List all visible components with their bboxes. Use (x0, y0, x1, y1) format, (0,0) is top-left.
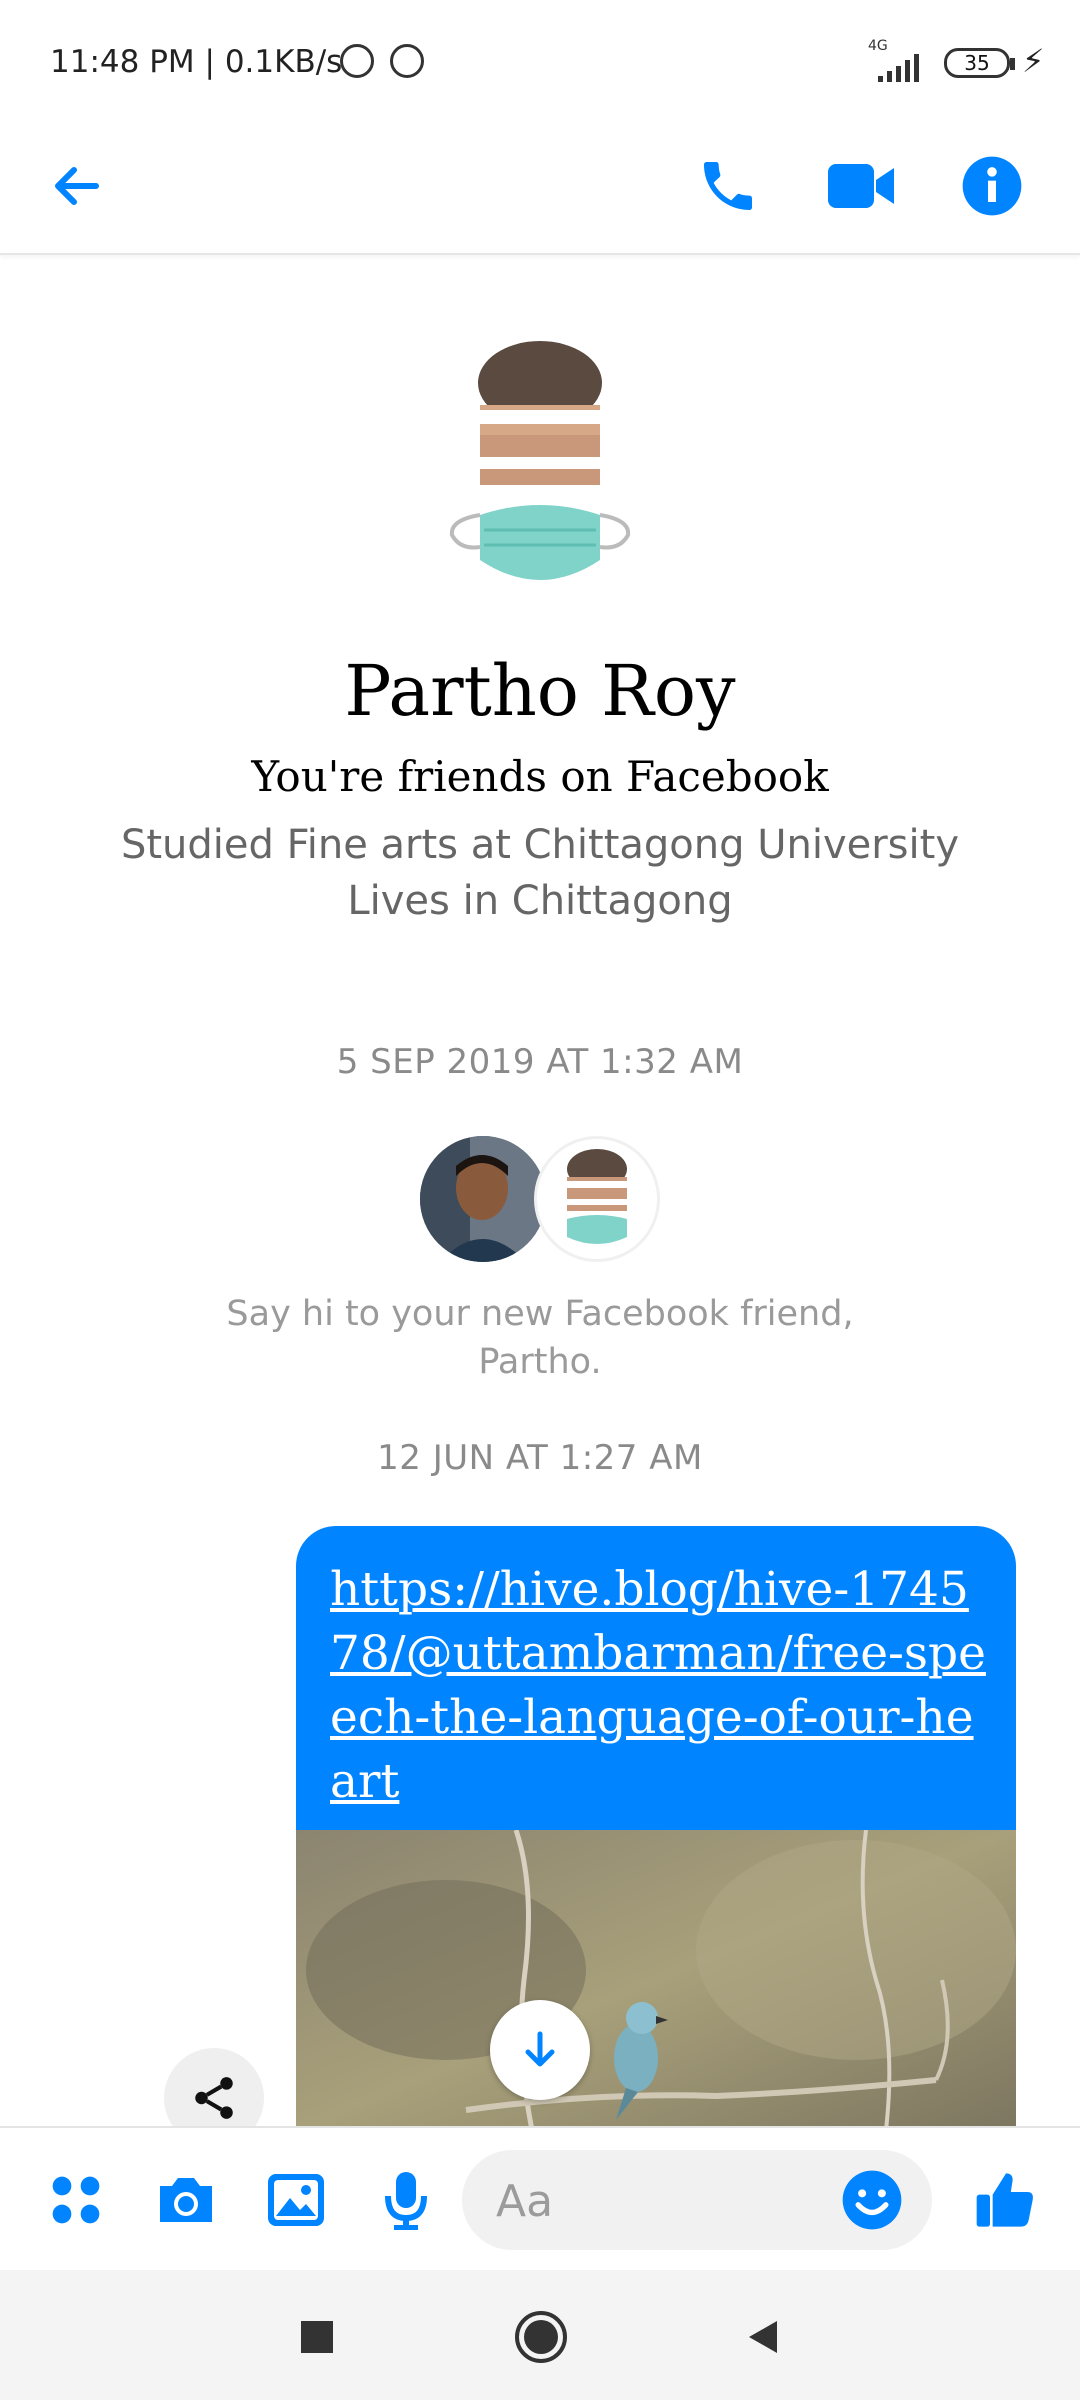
battery-tip (1010, 58, 1015, 70)
status-time: 11:48 PM | 0.1KB/s (50, 44, 343, 80)
home-circle-icon (515, 2311, 567, 2363)
profile-location: Lives in Chittagong (347, 878, 733, 924)
like-button[interactable] (968, 2162, 1044, 2238)
apps-icon (52, 2176, 100, 2224)
back-triangle-icon (749, 2321, 777, 2353)
info-icon (962, 156, 1022, 216)
message-input[interactable] (494, 2172, 798, 2230)
message-bubble[interactable]: https://hive.blog/hive-174578/@uttambarm… (296, 1526, 1016, 2126)
message-link-preview-image[interactable] (296, 1829, 1016, 2126)
phone-icon (704, 162, 752, 210)
timestamp: 5 SEP 2019 AT 1:32 AM (336, 1042, 744, 1082)
message-input-box (462, 2150, 932, 2250)
conversation-header (0, 120, 1080, 255)
avatar-me (420, 1136, 546, 1262)
call-button[interactable] (686, 144, 770, 228)
camera-button[interactable] (148, 2162, 224, 2238)
back-arrow-icon (55, 167, 99, 205)
say-hi-prompt: Say hi to your new Facebook friend, Part… (226, 1294, 854, 1382)
system-nav-bar (0, 2270, 1080, 2400)
alarm-icon (340, 44, 374, 78)
voice-button[interactable] (368, 2162, 444, 2238)
emoji-button[interactable] (840, 2168, 904, 2232)
video-call-button[interactable] (820, 144, 904, 228)
home-button[interactable] (506, 2302, 576, 2372)
emoji-icon (842, 2170, 902, 2230)
avatar-friend (534, 1136, 660, 1262)
message-composer (0, 2126, 1080, 2272)
microphone-icon (385, 2172, 427, 2230)
message-link[interactable]: https://hive.blog/hive-174578/@uttambarm… (330, 1558, 990, 1814)
charging-icon: ⚡ (1022, 42, 1045, 80)
download-arrow-icon (525, 2031, 555, 2067)
profile-education: Studied Fine arts at Chittagong Universi… (120, 822, 959, 868)
recents-square-icon (301, 2321, 333, 2353)
sync-icon (390, 44, 424, 78)
gallery-button[interactable] (258, 2162, 334, 2238)
download-button[interactable] (490, 2000, 590, 2100)
status-bar: 11:48 PM | 0.1KB/s 4G 35 ⚡ (0, 0, 1080, 120)
battery-icon: 35 (944, 48, 1010, 78)
back-button[interactable] (34, 144, 118, 228)
network-speed: 0.1KB/s (224, 44, 343, 80)
share-icon (195, 2077, 233, 2119)
friend-status: You're friends on Facebook (251, 752, 829, 801)
info-button[interactable] (950, 144, 1034, 228)
profile-name: Partho Roy (344, 650, 736, 732)
thumbs-up-icon (976, 2173, 1033, 2227)
video-camera-icon (828, 164, 894, 208)
signal-icon: 4G (868, 38, 928, 88)
recents-button[interactable] (282, 2302, 352, 2372)
message-link-area: https://hive.blog/hive-174578/@uttambarm… (296, 1526, 1016, 1830)
profile-photo[interactable] (440, 335, 640, 605)
camera-icon (160, 2178, 212, 2222)
apps-button[interactable] (38, 2162, 114, 2238)
timestamp: 12 JUN AT 1:27 AM (377, 1438, 703, 1478)
back-nav-button[interactable] (728, 2302, 798, 2372)
gallery-icon (268, 2174, 324, 2226)
